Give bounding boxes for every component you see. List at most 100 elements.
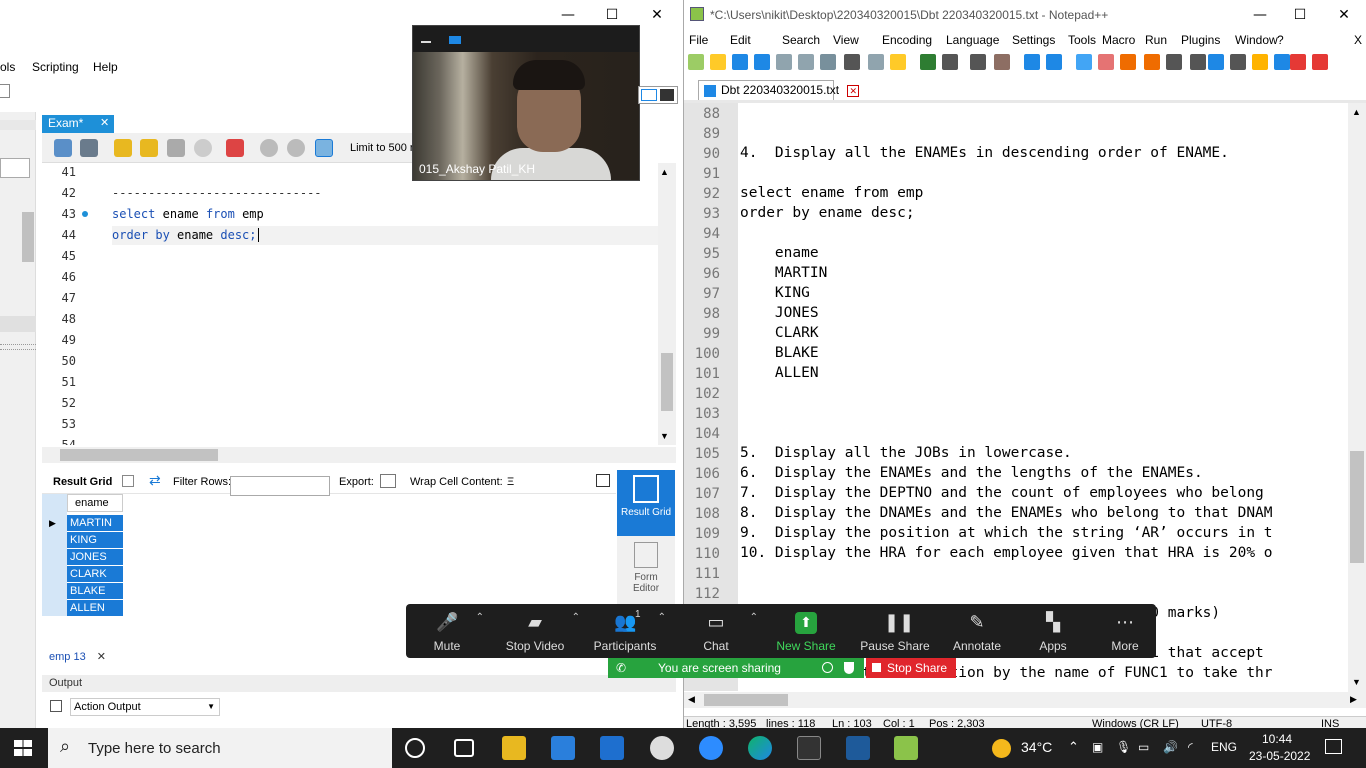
- battery-icon[interactable]: ▭: [1138, 740, 1149, 754]
- notepad-vertical-scrollbar[interactable]: ▲ ▼: [1348, 103, 1366, 693]
- new-share-button[interactable]: ⬆ New Share: [768, 604, 844, 658]
- zoom-video-window[interactable]: 015_Akshay Patil_KH: [412, 25, 640, 181]
- np-menu-view[interactable]: View: [833, 33, 859, 47]
- clock-app-icon[interactable]: [650, 736, 674, 760]
- np-toolbar-icon[interactable]: [1290, 54, 1306, 70]
- grid-cell-ename[interactable]: KING: [67, 532, 123, 548]
- column-header-ename[interactable]: ename: [67, 494, 123, 512]
- np-toolbar-icon[interactable]: [1098, 54, 1114, 70]
- notepadpp-app-icon[interactable]: [894, 736, 918, 760]
- menu-tools[interactable]: ols: [0, 60, 15, 74]
- sql-tab-exam[interactable]: Exam* ✕: [42, 115, 114, 133]
- close-document-icon[interactable]: X: [1354, 33, 1362, 47]
- edge-icon[interactable]: [748, 736, 772, 760]
- layout-icon[interactable]: [0, 84, 10, 98]
- np-menu-plugins[interactable]: Plugins: [1181, 33, 1220, 47]
- commit-icon[interactable]: [260, 139, 278, 157]
- np-toolbar-icon[interactable]: [868, 54, 884, 70]
- participants-button[interactable]: 👥 Participants 1 ⌃: [588, 604, 666, 658]
- filter-rows-input[interactable]: [230, 476, 330, 496]
- grid-icon[interactable]: [122, 475, 134, 487]
- chevron-up-icon[interactable]: ⌃: [476, 612, 484, 623]
- np-menu-search[interactable]: Search: [782, 33, 820, 47]
- temperature[interactable]: 34°C: [1021, 739, 1052, 755]
- np-toolbar-icon[interactable]: [754, 54, 770, 70]
- workbench-app-icon[interactable]: [846, 736, 870, 760]
- pause-share-button[interactable]: ❚❚ Pause Share: [854, 604, 936, 658]
- hscroll-thumb[interactable]: [60, 449, 218, 461]
- grid-cell-ename[interactable]: BLAKE: [67, 583, 123, 599]
- show-hidden-icons-icon[interactable]: ⌃: [1068, 740, 1079, 755]
- execute-current-icon[interactable]: [140, 139, 158, 157]
- grid-cell-ename[interactable]: MARTIN: [67, 515, 123, 531]
- execute-icon[interactable]: [114, 139, 132, 157]
- grid-cell-ename[interactable]: JONES: [67, 549, 123, 565]
- wrap-icon[interactable]: Ξ: [507, 476, 514, 488]
- np-menu-macro[interactable]: Macro: [1102, 33, 1135, 47]
- maximize-icon[interactable]: ☐: [602, 6, 622, 24]
- view-toggle-icon[interactable]: [449, 36, 461, 44]
- np-maximize-icon[interactable]: ☐: [1290, 6, 1310, 24]
- np-scroll-left-icon[interactable]: ◀: [688, 694, 695, 705]
- np-toolbar-icon[interactable]: [1166, 54, 1182, 70]
- np-toolbar-icon[interactable]: [710, 54, 726, 70]
- chevron-up-icon[interactable]: ⌃: [750, 612, 758, 623]
- clock-date[interactable]: 23-05-2022: [1249, 749, 1310, 763]
- info-icon[interactable]: [822, 662, 833, 673]
- np-menu-run[interactable]: Run: [1145, 33, 1167, 47]
- np-toolbar-icon[interactable]: [732, 54, 748, 70]
- np-toolbar-icon[interactable]: [1120, 54, 1136, 70]
- chat-button[interactable]: ▭ Chat ⌃: [678, 604, 758, 658]
- np-menu-window[interactable]: Window: [1235, 33, 1278, 47]
- splitter-handle[interactable]: [0, 344, 36, 350]
- close-document-tab-icon[interactable]: ✕: [847, 85, 859, 97]
- open-file-icon[interactable]: [54, 139, 72, 157]
- explain-icon[interactable]: [167, 139, 185, 157]
- stop-icon[interactable]: [194, 139, 212, 157]
- np-menu-edit[interactable]: Edit: [730, 33, 751, 47]
- result-tab-emp[interactable]: emp 13 ✕: [42, 648, 114, 666]
- apps-button[interactable]: ▚ Apps: [1020, 604, 1086, 658]
- camera-icon[interactable]: ▣: [1092, 740, 1103, 754]
- copy-icon[interactable]: [50, 700, 62, 712]
- np-scroll-up-icon[interactable]: ▲: [1352, 107, 1361, 117]
- np-scroll-down-icon[interactable]: ▼: [1352, 677, 1361, 687]
- scroll-thumb[interactable]: [661, 353, 673, 411]
- np-menu-language[interactable]: Language: [946, 33, 999, 47]
- np-scroll-right-icon[interactable]: ▶: [1350, 694, 1357, 705]
- np-toolbar-icon[interactable]: [920, 54, 936, 70]
- minimize-icon[interactable]: —: [558, 6, 578, 24]
- navigator-search[interactable]: [0, 158, 30, 178]
- np-toolbar-icon[interactable]: [1252, 54, 1268, 70]
- input-language[interactable]: ENG: [1211, 740, 1237, 754]
- np-menu-tools[interactable]: Tools: [1068, 33, 1096, 47]
- np-menu-file[interactable]: File: [689, 33, 708, 47]
- notepad-text-area[interactable]: 4. Display all the ENAMEs in descending …: [738, 103, 1348, 691]
- store-icon[interactable]: [551, 736, 575, 760]
- np-toolbar-icon[interactable]: [798, 54, 814, 70]
- np-scroll-thumb[interactable]: [1350, 451, 1364, 563]
- toggle-panel-icon[interactable]: [596, 474, 610, 487]
- np-toolbar-icon[interactable]: [776, 54, 792, 70]
- np-toolbar-icon[interactable]: [844, 54, 860, 70]
- minimize-video-icon[interactable]: [421, 41, 431, 43]
- scroll-down-icon[interactable]: ▼: [660, 431, 669, 441]
- task-view-icon[interactable]: [454, 739, 474, 757]
- gallery-view-icon[interactable]: [638, 86, 678, 104]
- document-tab[interactable]: Dbt 220340320015.txt ✕: [698, 80, 859, 100]
- form-editor-button[interactable]: Form Editor: [617, 540, 675, 600]
- np-toolbar-icon[interactable]: [1208, 54, 1224, 70]
- np-toolbar-icon[interactable]: [1076, 54, 1092, 70]
- np-toolbar-icon[interactable]: [1046, 54, 1062, 70]
- np-toolbar-icon[interactable]: [1144, 54, 1160, 70]
- chevron-up-icon[interactable]: ⌃: [572, 612, 580, 623]
- notepad-horizontal-scrollbar[interactable]: ◀ ▶: [684, 692, 1366, 708]
- np-toolbar-icon[interactable]: [970, 54, 986, 70]
- editor-horizontal-scrollbar[interactable]: [42, 447, 676, 463]
- close-icon[interactable]: ✕: [647, 6, 667, 24]
- mysql-app-icon[interactable]: [797, 736, 821, 760]
- scroll-up-icon[interactable]: ▲: [660, 167, 669, 177]
- np-toolbar-icon[interactable]: [994, 54, 1010, 70]
- clock-time[interactable]: 10:44: [1262, 732, 1292, 746]
- np-hscroll-thumb[interactable]: [704, 694, 788, 706]
